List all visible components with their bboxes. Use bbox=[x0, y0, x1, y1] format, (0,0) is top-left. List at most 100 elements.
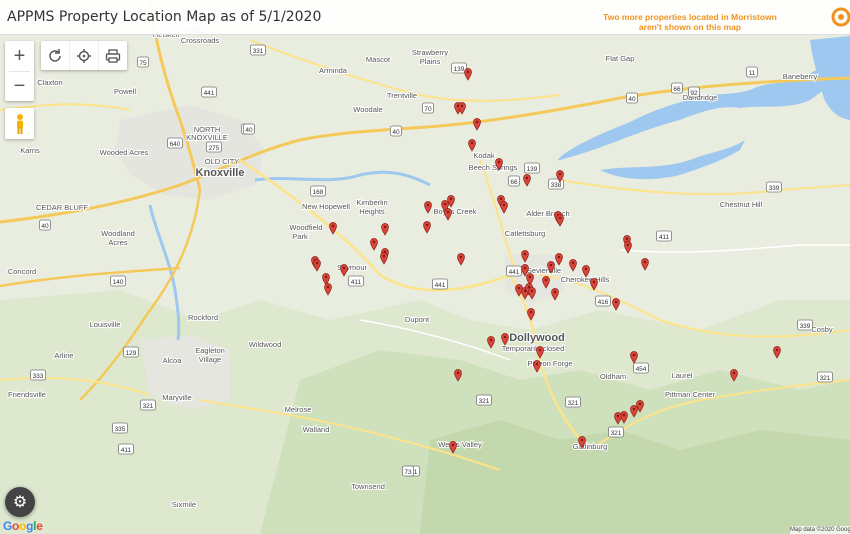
street-view-pegman[interactable] bbox=[5, 108, 34, 139]
route-shield: 454 bbox=[633, 362, 649, 374]
svg-text:66: 66 bbox=[510, 179, 518, 186]
svg-text:321: 321 bbox=[820, 375, 831, 382]
map-toolbar bbox=[41, 41, 127, 70]
svg-text:339: 339 bbox=[800, 323, 811, 330]
settings-button[interactable]: ⚙ bbox=[5, 487, 35, 517]
place-label: Alcoa bbox=[163, 356, 183, 365]
place-label: Baneberry bbox=[783, 72, 818, 81]
place-label: Friendsville bbox=[8, 390, 46, 399]
svg-text:66: 66 bbox=[673, 86, 681, 93]
svg-text:441: 441 bbox=[204, 90, 215, 97]
place-label: New Hopewell bbox=[302, 202, 350, 211]
svg-text:275: 275 bbox=[209, 145, 220, 152]
svg-text:40: 40 bbox=[392, 129, 400, 136]
place-label: Cosby bbox=[811, 325, 833, 334]
place-label: Dollywood bbox=[509, 332, 565, 344]
route-shield: 441 bbox=[201, 86, 217, 98]
svg-text:416: 416 bbox=[598, 299, 609, 306]
svg-text:321: 321 bbox=[568, 400, 579, 407]
map-attribution[interactable]: Map data ©2020 Google bbox=[790, 526, 850, 534]
place-label: KNOXVILLE bbox=[186, 133, 228, 142]
svg-text:441: 441 bbox=[509, 269, 520, 276]
route-shield: 411 bbox=[118, 443, 134, 455]
print-button[interactable] bbox=[99, 41, 127, 70]
crosshair-icon bbox=[77, 48, 91, 63]
route-shield: 411 bbox=[348, 275, 364, 287]
route-shield: 339 bbox=[797, 319, 813, 331]
svg-text:129: 129 bbox=[126, 350, 137, 357]
route-shield: 640 bbox=[167, 137, 183, 149]
app-logo-icon[interactable] bbox=[830, 6, 850, 28]
place-label: Kodak bbox=[473, 151, 495, 160]
note-line-2: aren't shown on this map bbox=[638, 22, 742, 32]
place-label: Arminda bbox=[319, 66, 348, 75]
place-label: Wears Valley bbox=[438, 440, 482, 449]
locate-button[interactable] bbox=[70, 41, 99, 70]
place-label: Mascot bbox=[366, 55, 391, 64]
place-label: Oldham bbox=[600, 372, 626, 381]
route-shield: 92 bbox=[688, 86, 700, 98]
place-label: Woodale bbox=[353, 105, 382, 114]
route-shield: 321 bbox=[565, 396, 581, 408]
svg-text:441: 441 bbox=[435, 282, 446, 289]
route-shield: 75 bbox=[137, 56, 149, 68]
gear-icon: ⚙ bbox=[12, 494, 28, 511]
route-shield: 40 bbox=[626, 92, 638, 104]
place-label: Pittman Center bbox=[665, 390, 716, 399]
route-shield: 73 bbox=[402, 465, 414, 477]
place-label: Beech Springs bbox=[469, 163, 518, 172]
place-label: Chestnut Hill bbox=[720, 200, 763, 209]
route-shield: 441 bbox=[506, 265, 522, 277]
svg-text:321: 321 bbox=[143, 403, 154, 410]
route-shield: 416 bbox=[595, 295, 611, 307]
route-shield: 321 bbox=[476, 394, 492, 406]
place-label: Trentville bbox=[387, 91, 417, 100]
place-label: Claxton bbox=[37, 78, 62, 87]
svg-text:321: 321 bbox=[611, 430, 622, 437]
map-canvas[interactable]: HeiskellHallsCrossroadsMascotStrawberryP… bbox=[0, 0, 850, 534]
svg-text:321: 321 bbox=[479, 398, 490, 405]
route-shield: 275 bbox=[206, 141, 222, 153]
route-shield: 411 bbox=[656, 230, 672, 242]
svg-text:168: 168 bbox=[313, 189, 324, 196]
route-shield: 40 bbox=[390, 125, 402, 137]
zoom-out-button[interactable]: − bbox=[5, 71, 34, 101]
svg-text:75: 75 bbox=[139, 60, 147, 67]
place-label: Melrose bbox=[285, 405, 312, 414]
google-logo: Google bbox=[3, 519, 43, 533]
place-label: Dandridge bbox=[683, 93, 718, 102]
place-label: Temporarily closed bbox=[502, 344, 565, 353]
place-label: Woodland bbox=[101, 229, 135, 238]
place-label: Walland bbox=[303, 425, 330, 434]
svg-text:40: 40 bbox=[41, 223, 49, 230]
place-label: Crossroads bbox=[181, 36, 220, 45]
route-shield: 339 bbox=[766, 181, 782, 193]
place-label: Karns bbox=[20, 146, 40, 155]
place-label: Village bbox=[199, 355, 221, 364]
place-label: Sixmile bbox=[172, 500, 196, 509]
svg-text:339: 339 bbox=[769, 185, 780, 192]
title-bar: APPMS Property Location Map as of 5/1/20… bbox=[0, 0, 850, 35]
svg-text:73: 73 bbox=[404, 469, 412, 476]
place-label: Townsend bbox=[351, 482, 385, 491]
place-label: Knoxville bbox=[196, 167, 245, 179]
place-label: Louisville bbox=[90, 320, 121, 329]
place-label: Kimberlin bbox=[356, 198, 387, 207]
page-title: APPMS Property Location Map as of 5/1/20… bbox=[7, 9, 322, 25]
zoom-in-button[interactable]: + bbox=[5, 41, 34, 71]
place-label: Heights bbox=[359, 207, 385, 216]
svg-text:333: 333 bbox=[33, 373, 44, 380]
place-label: Park bbox=[292, 232, 308, 241]
svg-text:454: 454 bbox=[636, 366, 647, 373]
route-shield: 40 bbox=[243, 123, 255, 135]
refresh-button[interactable] bbox=[41, 41, 70, 70]
route-shield: 139 bbox=[524, 162, 540, 174]
note-line-1: Two more properties located in Morristow… bbox=[603, 12, 777, 22]
svg-text:411: 411 bbox=[659, 234, 670, 241]
place-label: Acres bbox=[108, 238, 127, 247]
route-shield: 321 bbox=[608, 426, 624, 438]
route-shield: 321 bbox=[817, 371, 833, 383]
place-label: Gatlinburg bbox=[573, 442, 608, 451]
place-label: Arline bbox=[54, 351, 73, 360]
svg-text:70: 70 bbox=[424, 106, 432, 113]
